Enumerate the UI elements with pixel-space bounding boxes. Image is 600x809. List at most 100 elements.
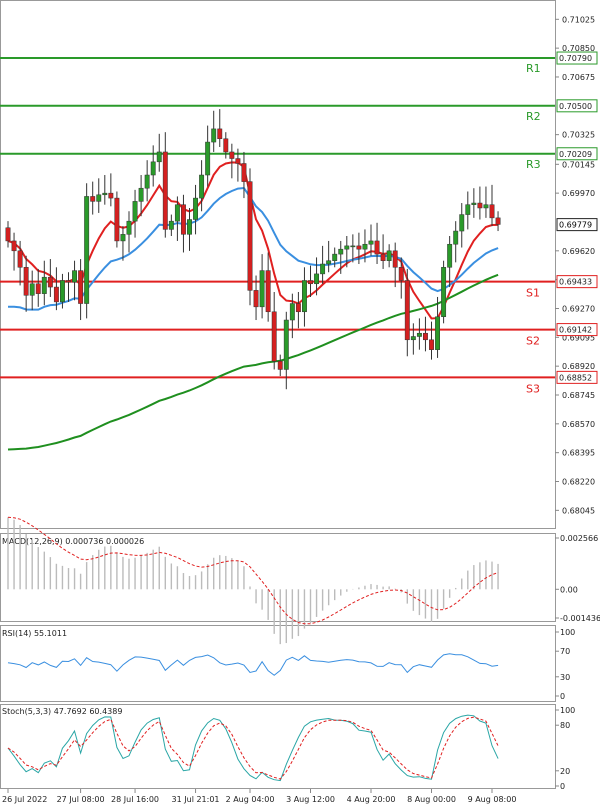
candle-body [66,280,71,283]
time-tick-label: 3 Aug 12:00 [286,795,335,804]
price-tick-label: 0.69970 [562,189,595,198]
rsi-tick-label: 0 [560,692,565,701]
candle-body [23,267,29,296]
candle-body [495,217,501,225]
time-tick-label: 26 Jul 2022 [2,795,47,804]
candle-body [35,283,41,294]
candle-body [47,276,53,288]
candle-body [259,270,265,308]
candle-body [253,290,259,308]
rsi-tick-label: 30 [560,673,570,682]
forex-chart: 0.710250.708500.706750.703250.701450.699… [0,0,600,804]
candle-body [102,192,108,196]
candle-body [11,240,17,252]
level-tag: 0.70790 [559,54,592,63]
candle-body [410,336,416,341]
candle-body [144,174,150,189]
candle-body [302,280,307,313]
macd-label: MACD(12,26,9) 0.000736 0.000026 [2,537,144,546]
candle-body [126,220,132,235]
candle-body [320,263,326,275]
macd-tick-label: -0.001436 [560,614,600,623]
stoch-tick-label: 80 [560,721,570,730]
candle-body [483,204,489,209]
rsi-tick-label: 70 [560,647,570,656]
candle-body [447,243,453,268]
price-tick-label: 0.68745 [562,391,595,400]
price-tick-label: 0.68395 [562,449,595,458]
candle-body [5,227,11,242]
candle-body [174,204,180,222]
candle-body [459,214,465,232]
candle-body [187,219,192,235]
candle-body [350,245,356,248]
candle-body [96,194,102,202]
candle-body [60,280,65,303]
macd-tick-label: 0.00 [560,585,578,594]
price-tick-label: 0.70675 [562,73,595,82]
price-tick-label: 0.68570 [562,420,595,429]
candle-body [217,128,223,140]
level-name: S1 [526,287,540,300]
stoch-d-line [7,716,499,780]
level-name: S3 [526,382,540,395]
price-tick-label: 0.71025 [562,15,595,24]
candle-body [398,267,404,281]
candle-body [138,187,144,202]
support-resistance-levels: R1 0.70790 R2 0.70500 R3 0.70209 S1 0.69433 S2 0.… [0,51,598,395]
candle-body [362,243,368,250]
price-tick-label: 0.69270 [562,304,595,313]
time-tick-label: 28 Jul 16:00 [111,795,159,804]
last-price-marker: 0.69779 [556,218,598,232]
candle-body [465,204,471,215]
candle-body [380,253,386,261]
time-tick-label: 27 Jul 08:00 [57,795,105,804]
candle-body [53,286,59,303]
candle-body [489,204,495,219]
candle-body [326,260,332,265]
price-tick-label: 0.68045 [562,506,595,515]
candle-body [199,174,205,199]
candle-body [72,270,77,283]
rsi-label: RSI(14) 55.1011 [2,629,67,638]
level-tag: 0.70209 [559,150,592,159]
stoch-tick-label: 100 [560,706,575,715]
level-name: R2 [526,110,541,123]
candle-body [247,181,253,291]
stochastic-indicator: 100 80 20 0 [7,706,575,791]
candle-body [344,245,350,250]
candle-body [368,240,374,245]
rsi-panel [0,625,556,702]
candle-body [241,163,247,182]
candle-body [41,276,47,294]
level-tag: 0.68852 [559,373,592,382]
stoch-k-line [7,714,499,782]
candle-body [356,245,362,250]
candle-body [150,161,156,176]
price-axis: 0.710250.708500.706750.703250.701450.699… [555,15,595,515]
candle-body [332,253,338,261]
candle-body [386,250,392,261]
candle-body [114,197,120,242]
candle-body [265,270,271,313]
rsi-line [7,653,499,676]
price-tick-label: 0.70145 [562,160,595,169]
candle-body [441,267,447,317]
stoch-label: Stoch(5,3,3) 47.7692 60.4389 [2,707,122,716]
candle-body [283,319,289,370]
candle-body [404,280,410,341]
price-tick-label: 0.69620 [562,247,595,256]
level-name: R3 [526,158,541,171]
level-tag: 0.69433 [559,278,592,287]
candle-body [120,234,126,242]
candle-body [423,332,428,341]
time-tick-label: 8 Aug 00:00 [407,795,456,804]
candle-body [162,151,168,230]
candle-body [471,202,477,205]
level-tag: 0.69142 [559,326,592,335]
stoch-tick-label: 0 [560,782,565,791]
candle-body [78,270,84,304]
candle-body [416,332,422,337]
candles [5,109,501,390]
candle-body [17,250,23,268]
